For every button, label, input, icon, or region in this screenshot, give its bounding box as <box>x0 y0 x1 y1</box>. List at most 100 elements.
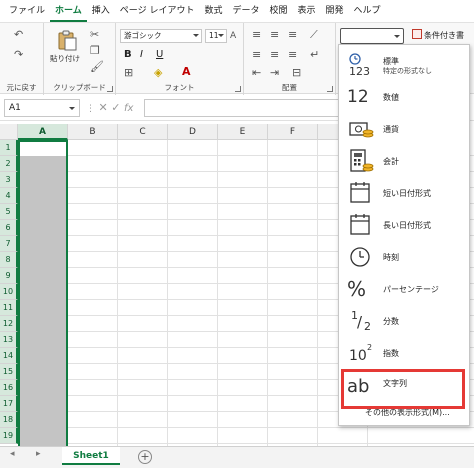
row-header-19[interactable]: 19 <box>0 428 18 444</box>
menu-view[interactable]: 表示 <box>293 0 321 22</box>
column-header-d[interactable]: D <box>168 124 218 140</box>
merge-center-icon[interactable]: ⊟ <box>292 67 301 79</box>
format-painter-icon[interactable]: 🖌 <box>90 61 104 73</box>
conditional-format-label: 条件付き書 <box>424 31 464 40</box>
format-general-sub: 特定の形式なし <box>383 67 432 75</box>
italic-button[interactable]: I <box>140 49 143 61</box>
font-color-icon[interactable]: A <box>182 66 191 78</box>
next-sheet-icon[interactable]: ▸ <box>36 449 41 459</box>
select-all-button[interactable] <box>0 124 18 140</box>
format-percentage[interactable]: % パーセンテージ <box>339 273 469 305</box>
align-top-icon[interactable]: ≡ <box>252 29 261 41</box>
row-header-12[interactable]: 12 <box>0 316 18 332</box>
column-header-e[interactable]: E <box>218 124 268 140</box>
row-header-2[interactable]: 2 <box>0 156 18 172</box>
formula-input[interactable] <box>144 99 340 117</box>
currency-icon <box>347 115 375 143</box>
conditional-format-icon <box>412 29 422 39</box>
format-time[interactable]: 時刻 <box>339 241 469 273</box>
font-group-label: フォント <box>164 83 195 92</box>
format-fraction[interactable]: 1 / 2 分数 <box>339 305 469 337</box>
format-long-date-label: 長い日付形式 <box>383 221 431 230</box>
number-format-select[interactable] <box>340 28 404 44</box>
menu-file[interactable]: ファイル <box>4 0 50 22</box>
format-long-date[interactable]: 長い日付形式 <box>339 209 469 241</box>
format-general[interactable]: 123 標準 特定の形式なし <box>339 49 469 81</box>
row-header-14[interactable]: 14 <box>0 348 18 364</box>
menu-insert[interactable]: 挿入 <box>87 0 115 22</box>
row-header-7[interactable]: 7 <box>0 236 18 252</box>
increase-font-icon[interactable]: A <box>230 30 236 42</box>
format-currency[interactable]: 通貨 <box>339 113 469 145</box>
chevron-down-icon <box>394 35 400 38</box>
menu-page-layout[interactable]: ページ レイアウト <box>115 0 200 22</box>
format-scientific[interactable]: 10 2 指数 <box>339 337 469 369</box>
row-header-13[interactable]: 13 <box>0 332 18 348</box>
menu-developer[interactable]: 開発 <box>321 0 349 22</box>
bold-button[interactable]: B <box>124 49 132 61</box>
column-header-a[interactable]: A <box>18 124 68 140</box>
align-right-icon[interactable]: ≡ <box>288 49 297 61</box>
row-header-3[interactable]: 3 <box>0 172 18 188</box>
paste-button[interactable]: 貼り付け <box>50 27 84 69</box>
borders-icon[interactable]: ⊞ <box>124 67 133 79</box>
row-header-18[interactable]: 18 <box>0 412 18 428</box>
menu-help[interactable]: ヘルプ <box>349 0 386 22</box>
underline-button[interactable]: U <box>156 49 163 61</box>
align-bottom-icon[interactable]: ≡ <box>288 29 297 41</box>
format-accounting[interactable]: 会計 <box>339 145 469 177</box>
align-center-icon[interactable]: ≡ <box>270 49 279 61</box>
formula-options-icon[interactable]: ⋮ <box>86 104 95 114</box>
conditional-format-button[interactable]: 条件付き書 <box>412 28 474 44</box>
menu-formulas[interactable]: 数式 <box>199 0 227 22</box>
font-name-select[interactable]: 游ゴシック <box>120 29 202 43</box>
text-format-highlight <box>341 369 465 409</box>
format-number-label: 数値 <box>383 93 399 102</box>
decrease-indent-icon[interactable]: ⇤ <box>252 67 261 79</box>
wrap-text-icon[interactable]: ↵ <box>310 49 319 61</box>
row-header-11[interactable]: 11 <box>0 300 18 316</box>
enter-icon[interactable]: ✓ <box>111 101 120 114</box>
copy-icon[interactable]: ❐ <box>90 45 100 57</box>
clipboard-launcher-icon[interactable] <box>107 86 113 92</box>
redo-icon[interactable]: ↷ <box>14 49 23 61</box>
format-short-date[interactable]: 短い日付形式 <box>339 177 469 209</box>
menu-data[interactable]: データ <box>227 0 264 22</box>
active-cell-a1[interactable] <box>20 142 66 156</box>
menu-review[interactable]: 校閲 <box>264 0 292 22</box>
format-currency-label: 通貨 <box>383 125 399 134</box>
row-header-1[interactable]: 1 <box>0 140 18 156</box>
row-header-16[interactable]: 16 <box>0 380 18 396</box>
menu-home[interactable]: ホーム <box>50 0 87 22</box>
row-header-5[interactable]: 5 <box>0 204 18 220</box>
alignment-launcher-icon[interactable] <box>327 86 333 92</box>
name-box[interactable]: A1 <box>4 99 80 117</box>
prev-sheet-icon[interactable]: ◂ <box>10 449 15 459</box>
increase-indent-icon[interactable]: ⇥ <box>270 67 279 79</box>
format-number[interactable]: 12 数値 <box>339 81 469 113</box>
row-header-6[interactable]: 6 <box>0 220 18 236</box>
row-header-15[interactable]: 15 <box>0 364 18 380</box>
format-time-label: 時刻 <box>383 253 399 262</box>
row-header-17[interactable]: 17 <box>0 396 18 412</box>
align-middle-icon[interactable]: ≡ <box>270 29 279 41</box>
font-size-select[interactable]: 11 <box>205 29 227 43</box>
font-launcher-icon[interactable] <box>235 86 241 92</box>
column-header-c[interactable]: C <box>118 124 168 140</box>
fill-color-icon[interactable]: ◈ <box>154 67 162 79</box>
row-header-8[interactable]: 8 <box>0 252 18 268</box>
grid-column-line <box>117 140 118 446</box>
undo-icon[interactable]: ↶ <box>14 29 23 41</box>
align-left-icon[interactable]: ≡ <box>252 49 261 61</box>
row-header-10[interactable]: 10 <box>0 284 18 300</box>
add-sheet-icon[interactable]: + <box>138 450 152 464</box>
row-header-9[interactable]: 9 <box>0 268 18 284</box>
sheet-tab-sheet1[interactable]: Sheet1 <box>62 447 120 465</box>
cut-icon[interactable]: ✂ <box>90 29 99 41</box>
row-header-4[interactable]: 4 <box>0 188 18 204</box>
insert-function-icon[interactable]: fx <box>124 103 133 114</box>
orientation-icon[interactable]: ⟋ <box>310 29 318 41</box>
cancel-icon[interactable]: ✕ <box>99 101 108 114</box>
column-header-f[interactable]: F <box>268 124 318 140</box>
column-header-b[interactable]: B <box>68 124 118 140</box>
